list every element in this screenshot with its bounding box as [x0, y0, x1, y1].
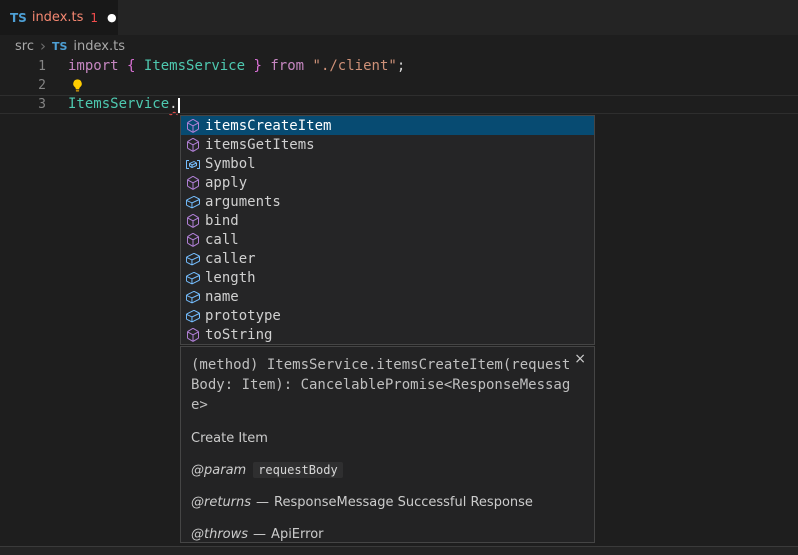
suggestion-item[interactable]: length: [181, 268, 594, 287]
suggestion-item[interactable]: toString: [181, 325, 594, 344]
param-value-chip: requestBody: [253, 462, 342, 478]
suggestion-item[interactable]: call: [181, 230, 594, 249]
code-line[interactable]: 2: [0, 76, 798, 95]
current-line-border-top: [0, 95, 798, 96]
modified-indicator-dot[interactable]: ●: [107, 12, 117, 23]
suggestion-item[interactable]: apply: [181, 173, 594, 192]
symbol-variable-icon: [185, 156, 201, 172]
panel-strip: [0, 547, 798, 555]
symbol-field-icon: [185, 270, 201, 286]
suggestion-label: length: [205, 270, 256, 286]
code-line[interactable]: 3 ItemsService.: [0, 95, 798, 114]
symbol-method-icon: [185, 175, 201, 191]
symbol-method-icon: [185, 137, 201, 153]
code-token: }: [253, 58, 261, 74]
tab-bar: TS index.ts 1 ●: [0, 0, 798, 35]
returns-value: ResponseMessage Successful Response: [274, 495, 533, 510]
suggestion-item[interactable]: name: [181, 287, 594, 306]
text-cursor: [178, 98, 180, 114]
suggestion-label: Symbol: [205, 156, 256, 172]
suggestion-label: itemsCreateItem: [205, 118, 331, 134]
code-token: ;: [397, 58, 405, 74]
breadcrumb-folder[interactable]: src: [15, 39, 34, 54]
code-token: ItemsService: [144, 58, 245, 74]
suggestion-label: bind: [205, 213, 239, 229]
code-line[interactable]: 1 import { ItemsService } from "./client…: [0, 57, 798, 76]
code-token: "./client": [313, 58, 397, 74]
tab-filename: index.ts: [32, 10, 84, 25]
vscode-window: TS index.ts 1 ● src › TS index.ts 1 impo…: [0, 0, 798, 555]
symbol-method-icon: [185, 232, 201, 248]
suggestion-label: name: [205, 289, 239, 305]
symbol-method-icon: [185, 213, 201, 229]
suggestion-item[interactable]: bind: [181, 211, 594, 230]
symbol-field-icon: [185, 308, 201, 324]
suggestion-label: itemsGetItems: [205, 137, 315, 153]
throws-tag: @throws: [191, 527, 248, 542]
breadcrumb: src › TS index.ts: [0, 36, 798, 57]
typescript-file-icon: TS: [52, 40, 67, 53]
suggestion-docs-panel: × (method) ItemsService.itemsCreateItem(…: [180, 346, 595, 543]
suggestion-label: prototype: [205, 308, 281, 324]
autocomplete-suggest-widget: itemsCreateItem itemsGetItems Symbol app…: [180, 115, 595, 345]
close-icon[interactable]: ×: [574, 352, 586, 366]
lightbulb-icon[interactable]: [70, 76, 85, 95]
line-number: 3: [0, 95, 46, 114]
code-token: ItemsService: [68, 96, 169, 112]
suggestion-item[interactable]: arguments: [181, 192, 594, 211]
line-number: 1: [0, 57, 46, 76]
returns-tag: @returns: [191, 495, 251, 510]
suggestion-item[interactable]: caller: [181, 249, 594, 268]
symbol-field-icon: [185, 194, 201, 210]
suggestion-label: call: [205, 232, 239, 248]
tab-index-ts[interactable]: TS index.ts 1 ●: [0, 0, 118, 35]
error-squiggle-token: .: [169, 96, 177, 112]
chevron-right-icon: ›: [40, 37, 46, 55]
editor[interactable]: 1 import { ItemsService } from "./client…: [0, 57, 798, 114]
doc-param-line: @param requestBody: [191, 463, 594, 478]
symbol-method-icon: [185, 327, 201, 343]
symbol-method-icon: [185, 118, 201, 134]
suggestion-label: toString: [205, 327, 272, 343]
suggestion-item[interactable]: itemsGetItems: [181, 135, 594, 154]
line-number: 2: [0, 76, 46, 95]
throws-value: ApiError: [271, 527, 323, 542]
suggestion-label: apply: [205, 175, 247, 191]
suggestion-label: caller: [205, 251, 256, 267]
current-line-border-bottom: [0, 113, 798, 114]
method-signature: (method) ItemsService.itemsCreateItem(re…: [191, 355, 575, 415]
tab-error-count-badge: 1: [90, 11, 98, 25]
suggestion-item[interactable]: prototype: [181, 306, 594, 325]
breadcrumb-file[interactable]: index.ts: [73, 39, 125, 54]
doc-returns-line: @returns—ResponseMessage Successful Resp…: [191, 495, 594, 510]
param-tag: @param: [191, 463, 246, 478]
suggestion-item[interactable]: Symbol: [181, 154, 594, 173]
typescript-file-icon: TS: [10, 11, 27, 25]
suggestion-item[interactable]: itemsCreateItem: [181, 116, 594, 135]
symbol-field-icon: [185, 251, 201, 267]
suggestion-label: arguments: [205, 194, 281, 210]
symbol-field-icon: [185, 289, 201, 305]
doc-description: Create Item: [191, 431, 594, 446]
code-token: import: [68, 58, 119, 74]
code-token: from: [270, 58, 304, 74]
doc-throws-line: @throws—ApiError: [191, 527, 594, 542]
